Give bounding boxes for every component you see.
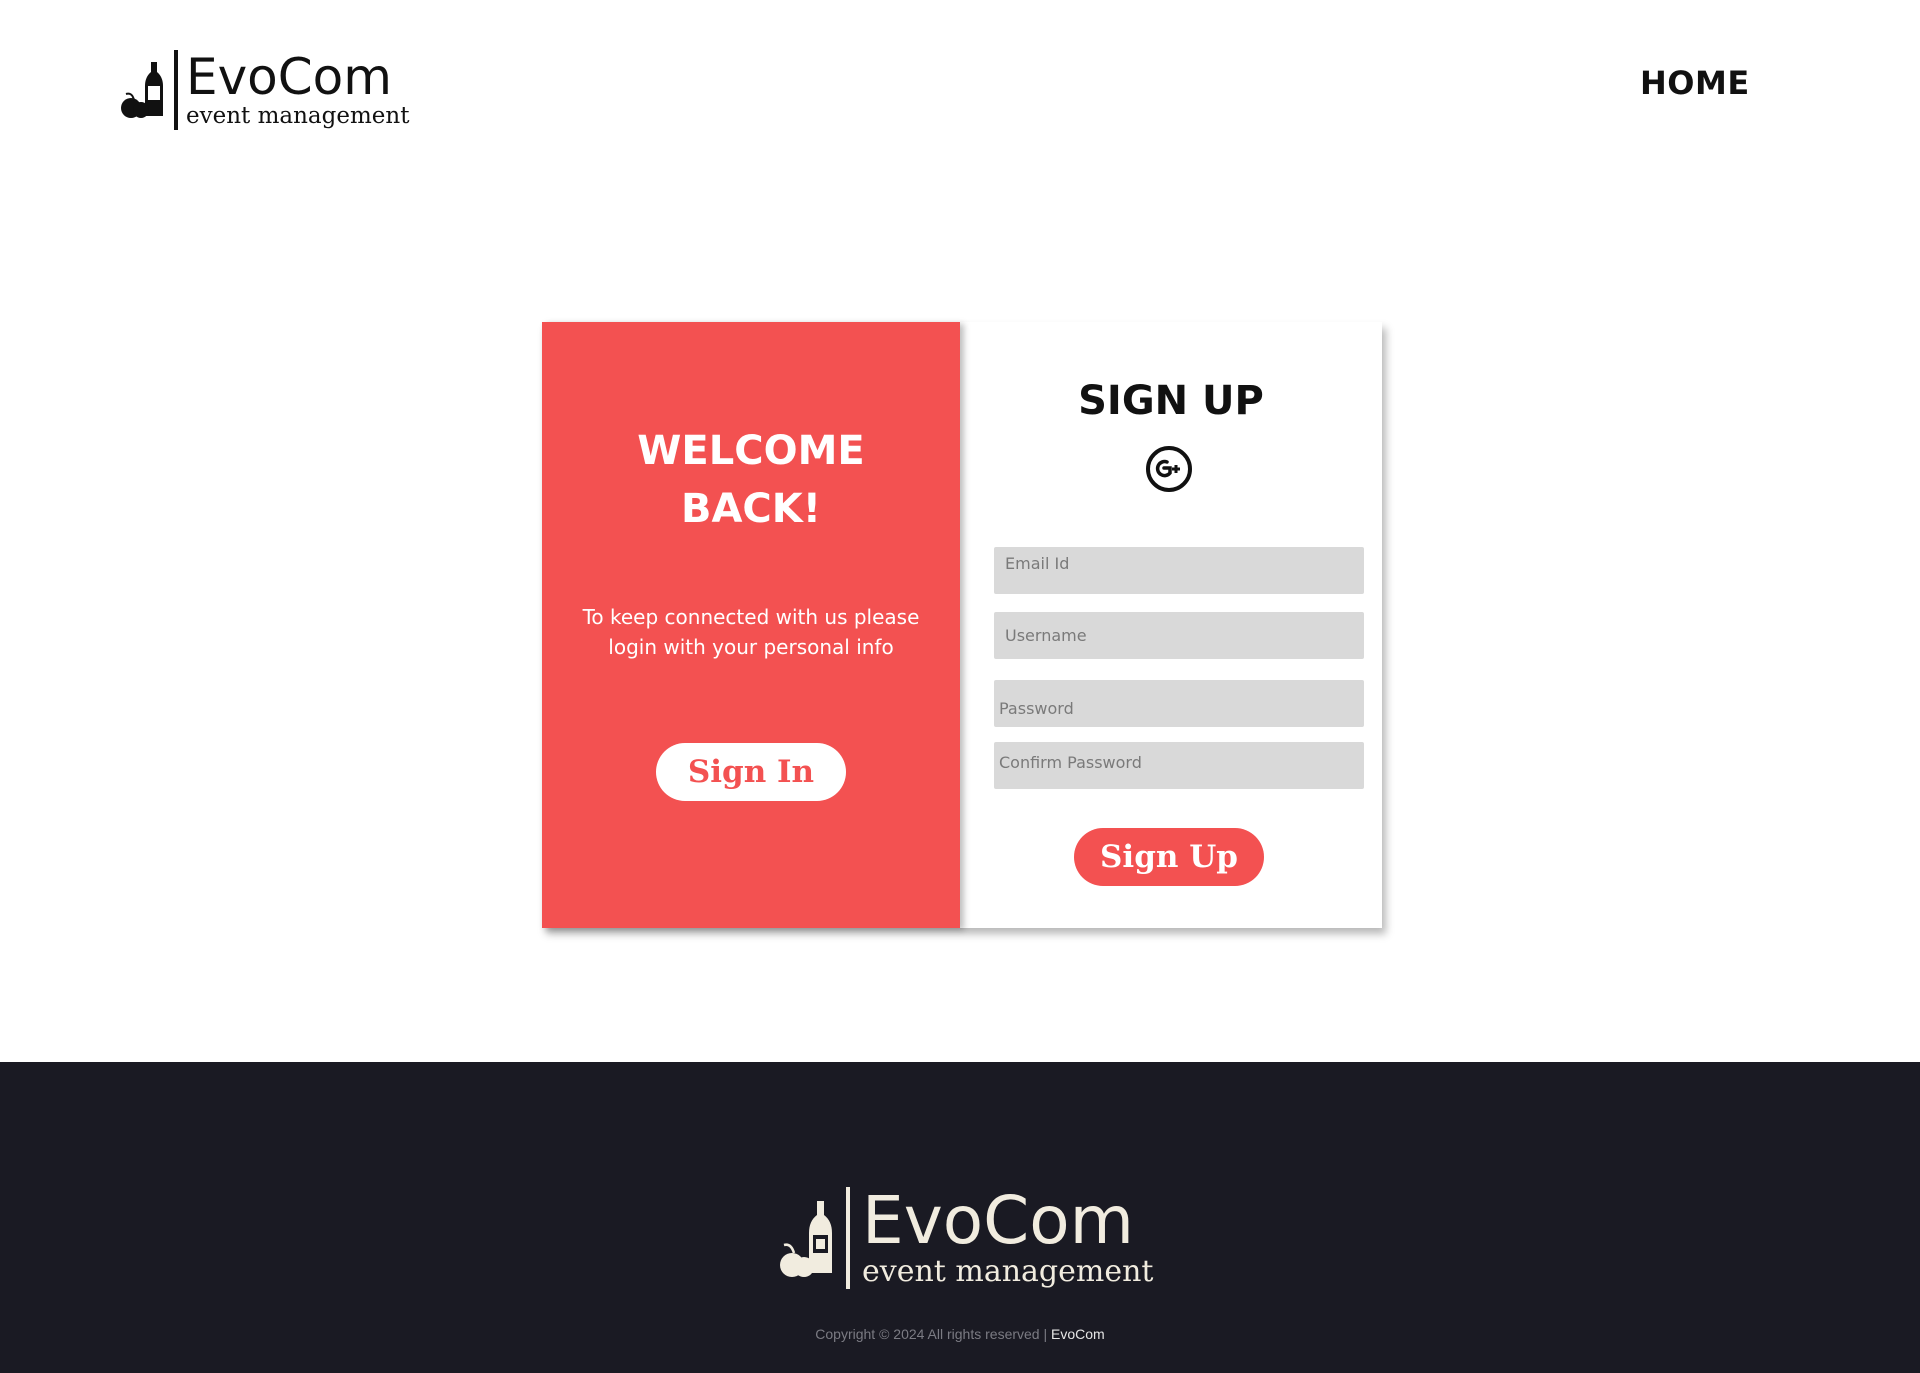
footer-logo[interactable]: EvoCom event management: [776, 1187, 1153, 1289]
footer-logo-brand: EvoCom: [862, 1182, 1134, 1259]
copyright: Copyright © 2024 All rights reserved | E…: [0, 1326, 1920, 1342]
signup-panel: SIGN UP Sign Up: [960, 322, 1382, 928]
logo-brand: EvoCom: [186, 48, 392, 106]
logo-divider: [174, 50, 178, 130]
auth-card: WELCOME BACK! To keep connected with us …: [542, 322, 1382, 928]
signup-title: SIGN UP: [1078, 378, 1264, 424]
header-logo[interactable]: EvoCom event management: [118, 50, 409, 130]
wine-apple-logo-icon: [780, 1201, 832, 1277]
username-field[interactable]: [994, 612, 1364, 659]
welcome-title-line1: WELCOME: [637, 428, 865, 474]
confirm-password-field[interactable]: [994, 742, 1364, 789]
footer-logo-tagline: event management: [862, 1254, 1154, 1289]
footer-logo-divider: [846, 1187, 850, 1289]
sign-in-button[interactable]: Sign In: [656, 743, 846, 801]
welcome-message: To keep connected with us please login w…: [582, 605, 920, 659]
copyright-text: Copyright © 2024 All rights reserved |: [815, 1326, 1048, 1342]
site-header: EvoCom event management HOME: [0, 0, 1920, 170]
site-footer: EvoCom event management Copyright © 2024…: [0, 1062, 1920, 1373]
nav-home-link[interactable]: HOME: [1640, 64, 1750, 102]
footer-logo-text: EvoCom event management: [862, 1187, 1153, 1289]
email-field[interactable]: [994, 547, 1364, 594]
wine-apple-logo-icon: [121, 62, 163, 118]
welcome-title: WELCOME BACK!: [542, 422, 960, 538]
logo-text: EvoCom event management: [186, 50, 409, 130]
welcome-title-line2: BACK!: [680, 486, 822, 532]
password-field[interactable]: [994, 680, 1364, 727]
welcome-panel: WELCOME BACK! To keep connected with us …: [542, 322, 960, 928]
sign-up-button[interactable]: Sign Up: [1074, 828, 1264, 886]
copyright-link[interactable]: EvoCom: [1051, 1326, 1105, 1342]
logo-tagline: event management: [186, 103, 410, 129]
google-plus-icon[interactable]: [1145, 445, 1193, 493]
